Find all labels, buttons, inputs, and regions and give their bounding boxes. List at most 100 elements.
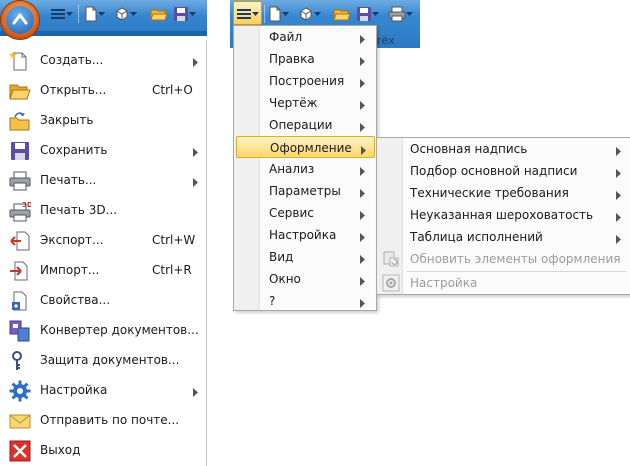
chevron-down-icon — [130, 3, 137, 25]
save-icon — [173, 6, 189, 22]
menu-icon — [236, 7, 252, 21]
app-menu-item-protection[interactable]: Защита документов... — [0, 346, 205, 376]
main-menu-item-file[interactable]: Файл — [236, 26, 375, 48]
main-menu-item-operations[interactable]: Операции — [236, 114, 375, 136]
app-menu-item-send-mail[interactable]: Отправить по почте... — [0, 406, 205, 436]
open-button[interactable] — [150, 3, 168, 25]
chevron-right-icon — [616, 145, 621, 156]
import-icon — [9, 260, 31, 282]
chevron-down-icon — [98, 3, 105, 25]
app-menu-label: Создать... — [40, 53, 104, 67]
menu-item-label: Технические требования — [410, 186, 569, 200]
submenu-item-title-block[interactable]: Основная надпись — [379, 138, 629, 160]
app-menu-item-close[interactable]: Закрыть — [0, 106, 205, 136]
app-menu-label: Сохранить — [40, 143, 108, 157]
app-menu-item-create[interactable]: Создать... — [0, 46, 205, 76]
chevron-right-icon — [361, 144, 366, 155]
menu-item-label: Сервис — [269, 206, 314, 220]
submenu-item-update-elements[interactable]: Обновить элементы оформления — [379, 248, 629, 270]
main-menu-item-edit[interactable]: Правка — [236, 48, 375, 70]
export-icon — [9, 230, 31, 252]
app-menu-label: Конвертер документов... — [40, 323, 199, 337]
menu-item-label: Подбор основной надписи — [410, 164, 578, 178]
app-menu-shortcut: Ctrl+O — [152, 83, 193, 97]
new-document-button[interactable] — [268, 3, 289, 25]
main-menu-item-parameters[interactable]: Параметры — [236, 180, 375, 202]
gear-icon — [9, 380, 31, 402]
application-button[interactable] — [0, 0, 40, 40]
new-part-icon — [114, 6, 130, 22]
print-3d-badge: 3D — [22, 201, 31, 209]
app-menu-label: Печать... — [40, 173, 97, 187]
chevron-down-icon — [406, 3, 413, 25]
menu-item-label: Чертёж — [269, 96, 318, 110]
main-menu-item-design[interactable]: Оформление — [236, 136, 375, 158]
save-button[interactable] — [356, 3, 379, 25]
new-part-button[interactable] — [298, 3, 321, 25]
app-menu-item-settings[interactable]: Настройка — [0, 376, 205, 406]
main-menu-item-service[interactable]: Сервис — [236, 202, 375, 224]
submenu-item-roughness[interactable]: Неуказанная шероховатость — [379, 204, 629, 226]
app-menu-item-export[interactable]: Экспорт... Ctrl+W — [0, 226, 205, 256]
main-menu-item-constructions[interactable]: Построения — [236, 70, 375, 92]
app-menu-label: Выход — [40, 443, 81, 457]
app-menu-shortcut: Ctrl+R — [152, 263, 192, 277]
chevron-right-icon — [616, 233, 621, 244]
app-menu-item-converter[interactable]: Конвертер документов... — [0, 316, 205, 346]
open-folder-icon — [333, 6, 351, 22]
menu-button-left[interactable] — [50, 3, 73, 25]
open-folder-icon — [9, 80, 31, 102]
app-menu-item-exit[interactable]: Выход — [0, 436, 205, 466]
app-menu-item-properties[interactable]: Свойства... — [0, 286, 205, 316]
submenu-item-versions-table[interactable]: Таблица исполнений — [379, 226, 629, 248]
app-menu-item-print[interactable]: Печать... — [0, 166, 205, 196]
app-menu-item-open[interactable]: Открыть... Ctrl+O — [0, 76, 205, 106]
chevron-down-icon — [372, 3, 379, 25]
settings-icon — [382, 274, 400, 292]
new-part-button[interactable] — [114, 3, 137, 25]
main-menu-item-help[interactable]: ? — [236, 290, 375, 312]
menu-item-label: ? — [269, 294, 276, 308]
submenu-item-tech-requirements[interactable]: Технические требования — [379, 182, 629, 204]
new-document-button[interactable] — [84, 3, 105, 25]
submenu-item-settings[interactable]: Настройка — [379, 272, 629, 294]
submenu-item-title-block-select[interactable]: Подбор основной надписи — [379, 160, 629, 182]
menu-item-label: Параметры — [269, 184, 341, 198]
toolbar-separator — [78, 5, 79, 23]
save-icon — [9, 140, 31, 162]
exit-icon — [9, 440, 31, 462]
main-menu-item-analysis[interactable]: Анализ — [236, 158, 375, 180]
main-menu-item-drawing[interactable]: Чертёж — [236, 92, 375, 114]
chevron-right-icon — [360, 121, 365, 132]
save-button[interactable] — [173, 3, 196, 25]
properties-icon — [9, 290, 31, 312]
main-menu-item-view[interactable]: Вид — [236, 246, 375, 268]
chevron-right-icon — [616, 167, 621, 178]
window-caption-fragment: тёх — [375, 34, 395, 47]
menu-item-label: Вид — [269, 250, 294, 264]
chevron-right-icon — [360, 209, 365, 220]
app-menu-item-print-3d[interactable]: 3D Печать 3D... — [0, 196, 205, 226]
app-menu-label: Защита документов... — [40, 353, 180, 367]
menu-item-label: Правка — [269, 52, 315, 66]
open-button[interactable] — [333, 3, 351, 25]
menu-button[interactable] — [236, 3, 259, 25]
main-menu-item-window[interactable]: Окно — [236, 268, 375, 290]
menu-item-label: Таблица исполнений — [410, 230, 543, 244]
app-menu-item-save[interactable]: Сохранить — [0, 136, 205, 166]
app-menu-item-import[interactable]: Импорт... Ctrl+R — [0, 256, 205, 286]
print-icon — [9, 170, 31, 192]
app-menu-label: Отправить по почте... — [40, 413, 180, 427]
chevron-right-icon — [360, 77, 365, 88]
chevron-right-icon — [193, 176, 198, 187]
chevron-down-icon — [66, 3, 73, 25]
new-document-icon — [84, 6, 98, 22]
main-menu-item-settings[interactable]: Настройка — [236, 224, 375, 246]
chevron-right-icon — [360, 297, 365, 308]
chevron-right-icon — [360, 165, 365, 176]
app-menu-label: Закрыть — [40, 113, 94, 127]
print-button[interactable] — [388, 3, 413, 25]
chevron-right-icon — [360, 253, 365, 264]
chevron-right-icon — [616, 211, 621, 222]
main-menu-dropdown: Файл Правка Построения Чертёж Операции О… — [233, 25, 377, 311]
